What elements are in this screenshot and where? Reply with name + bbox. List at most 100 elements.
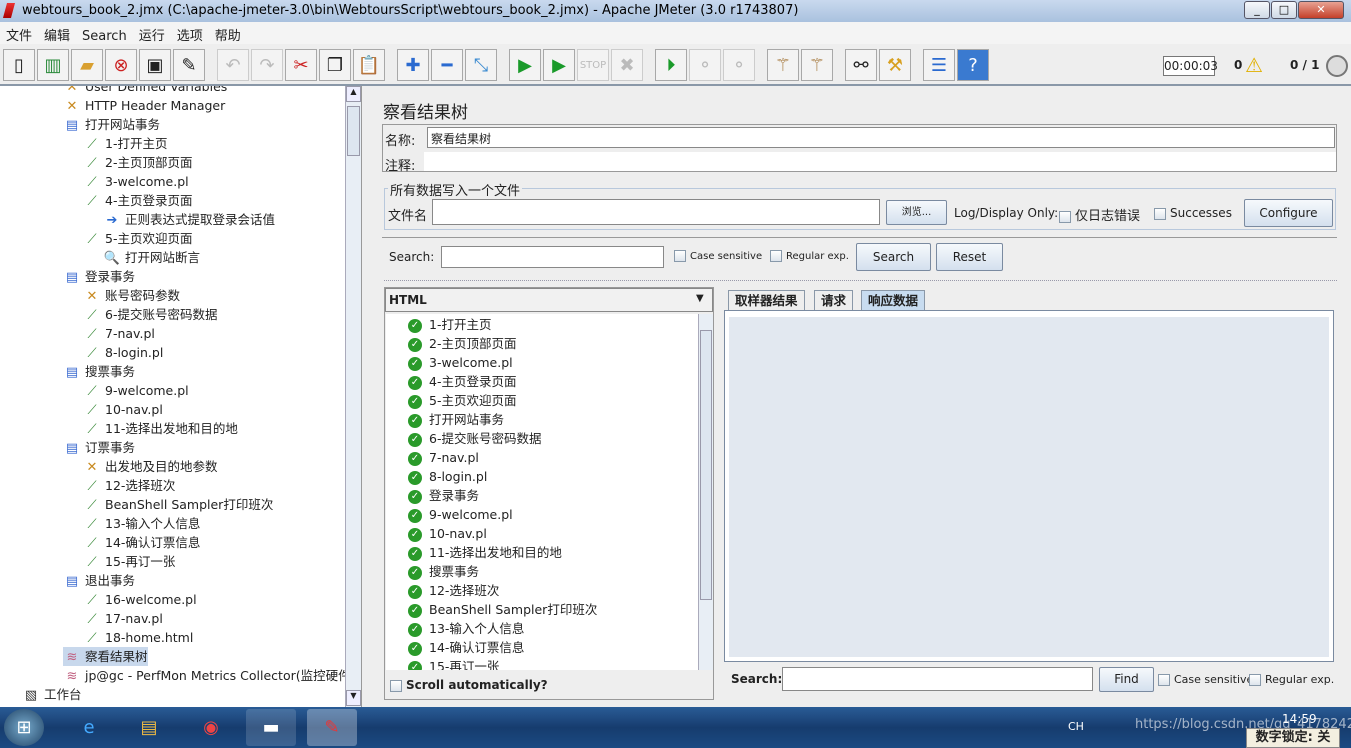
- configure-button[interactable]: Configure: [1244, 199, 1333, 227]
- clear-all-icon[interactable]: ⚚: [801, 49, 833, 81]
- tree-node[interactable]: ▤ 搜票事务: [63, 362, 135, 381]
- tree-node[interactable]: ⟋ 15-再订一张: [83, 552, 175, 571]
- result-item[interactable]: ✓ 搜票事务: [408, 562, 479, 581]
- tree-node[interactable]: ✕ User Defined Variables: [63, 86, 228, 96]
- input-language[interactable]: CH: [1068, 720, 1084, 733]
- taskbar-explorer-icon[interactable]: ▤: [124, 709, 174, 746]
- redo-icon[interactable]: ↷: [251, 49, 283, 81]
- tree-node[interactable]: ⟋ 8-login.pl: [83, 343, 163, 362]
- start-icon[interactable]: ▶: [509, 49, 541, 81]
- tab-request[interactable]: 请求: [814, 290, 854, 310]
- start-button[interactable]: ⊞: [4, 709, 44, 746]
- browse-button[interactable]: 浏览...: [886, 200, 947, 225]
- result-item[interactable]: ✓ 14-确认订票信息: [408, 638, 524, 657]
- find-case-checkbox[interactable]: Case sensitive: [1158, 673, 1253, 686]
- errors-only-checkbox[interactable]: 仅日志错误: [1059, 205, 1140, 224]
- tree-node[interactable]: ⟋ 3-welcome.pl: [83, 172, 188, 191]
- successes-checkbox[interactable]: Successes: [1154, 206, 1232, 220]
- remote-shutdown-icon[interactable]: ⚬: [723, 49, 755, 81]
- tree-node[interactable]: ⟋ 12-选择班次: [83, 476, 175, 495]
- result-item[interactable]: ✓ 15-再订一张: [408, 657, 499, 670]
- result-item[interactable]: ✓ 10-nav.pl: [408, 524, 487, 543]
- result-item[interactable]: ✓ 4-主页登录页面: [408, 372, 516, 391]
- taskbar-jmeter-icon[interactable]: ✎: [307, 709, 357, 746]
- templates-icon[interactable]: ▥: [37, 49, 69, 81]
- stop-icon[interactable]: STOP: [577, 49, 609, 81]
- menu-options[interactable]: 选项: [171, 22, 209, 44]
- result-item[interactable]: ✓ BeanShell Sampler打印班次: [408, 600, 597, 619]
- regex-checkbox[interactable]: Regular exp.: [770, 250, 849, 262]
- taskbar-chrome-icon[interactable]: ◉: [186, 709, 236, 746]
- renderer-select[interactable]: HTML ▼: [385, 288, 713, 312]
- search-button[interactable]: Search: [856, 243, 931, 271]
- tree-node[interactable]: ▤ 退出事务: [63, 571, 135, 590]
- tree-node[interactable]: ⟋ 7-nav.pl: [83, 324, 154, 343]
- results-scrollbar[interactable]: [698, 314, 713, 670]
- tree-node[interactable]: ⟋ 16-welcome.pl: [83, 590, 196, 609]
- cut-icon[interactable]: ✂: [285, 49, 317, 81]
- reset-search-broom-icon[interactable]: ⚒: [879, 49, 911, 81]
- clock[interactable]: 14:59: [1282, 712, 1317, 726]
- result-item[interactable]: ✓ 9-welcome.pl: [408, 505, 513, 524]
- maximize-button[interactable]: □: [1271, 1, 1297, 19]
- name-input[interactable]: 察看结果树: [427, 127, 1335, 148]
- tree-node[interactable]: ✕ 账号密码参数: [83, 286, 180, 305]
- tree-node[interactable]: ⟋ 11-选择出发地和目的地: [83, 419, 237, 438]
- open-icon[interactable]: ▰: [71, 49, 103, 81]
- tree-node[interactable]: ⟋ 1-打开主页: [83, 134, 167, 153]
- filename-input[interactable]: [432, 199, 880, 225]
- comment-input[interactable]: [424, 152, 1336, 171]
- undo-icon[interactable]: ↶: [217, 49, 249, 81]
- shutdown-icon[interactable]: ✖: [611, 49, 643, 81]
- tree-node[interactable]: ⟋ 10-nav.pl: [83, 400, 162, 419]
- menu-help[interactable]: 帮助: [209, 22, 247, 44]
- result-item[interactable]: ✓ 13-输入个人信息: [408, 619, 524, 638]
- menu-file[interactable]: 文件: [0, 22, 38, 44]
- tree-node[interactable]: ⟋ BeanShell Sampler打印班次: [83, 495, 273, 514]
- help-icon[interactable]: ?: [957, 49, 989, 81]
- tree-node[interactable]: ▤ 登录事务: [63, 267, 135, 286]
- tree-node[interactable]: ⟋ 14-确认订票信息: [83, 533, 200, 552]
- tree-node[interactable]: ⟋ 2-主页顶部页面: [83, 153, 192, 172]
- result-item[interactable]: ✓ 7-nav.pl: [408, 448, 479, 467]
- tree-node[interactable]: ✕ HTTP Header Manager: [63, 96, 226, 115]
- taskbar-cmd-icon[interactable]: ▬: [246, 709, 296, 746]
- remote-start-icon[interactable]: ⏵: [655, 49, 687, 81]
- close-button[interactable]: ✕: [1298, 1, 1344, 19]
- find-regex-checkbox[interactable]: Regular exp.: [1249, 673, 1334, 686]
- find-input[interactable]: [782, 667, 1093, 691]
- collapse-icon[interactable]: ━: [431, 49, 463, 81]
- scroll-up-button[interactable]: ▲: [346, 86, 361, 102]
- result-item[interactable]: ✓ 5-主页欢迎页面: [408, 391, 516, 410]
- result-item[interactable]: ✓ 12-选择班次: [408, 581, 499, 600]
- result-item[interactable]: ✓ 6-提交账号密码数据: [408, 429, 541, 448]
- find-button[interactable]: Find: [1099, 667, 1154, 692]
- remote-stop-icon[interactable]: ⚬: [689, 49, 721, 81]
- scroll-auto-checkbox[interactable]: Scroll automatically?: [390, 678, 548, 692]
- result-item[interactable]: ✓ 1-打开主页: [408, 315, 491, 334]
- menu-edit[interactable]: 编辑: [38, 22, 76, 44]
- scroll-thumb[interactable]: [347, 106, 360, 156]
- menu-run[interactable]: 运行: [133, 22, 171, 44]
- minimize-button[interactable]: _: [1244, 1, 1270, 19]
- copy-icon[interactable]: ❐: [319, 49, 351, 81]
- split-divider[interactable]: [384, 280, 1337, 283]
- paste-icon[interactable]: 📋: [353, 49, 385, 81]
- clear-icon[interactable]: ⚚: [767, 49, 799, 81]
- scroll-down-button[interactable]: ▼: [346, 690, 361, 706]
- result-item[interactable]: ✓ 2-主页顶部页面: [408, 334, 516, 353]
- reset-button[interactable]: Reset: [936, 243, 1003, 271]
- warning-icon[interactable]: ⚠: [1245, 53, 1263, 77]
- tree-node[interactable]: ⟋ 17-nav.pl: [83, 609, 162, 628]
- result-item[interactable]: ✓ 登录事务: [408, 486, 479, 505]
- close-file-icon[interactable]: ⊗: [105, 49, 137, 81]
- function-helper-icon[interactable]: ☰: [923, 49, 955, 81]
- tab-sampler-result[interactable]: 取样器结果: [728, 290, 805, 310]
- results-scroll-thumb[interactable]: [700, 330, 712, 600]
- tree-node[interactable]: ≋ 察看结果树: [63, 647, 148, 666]
- tab-response-data[interactable]: 响应数据: [861, 290, 926, 310]
- tree-node[interactable]: ≋ jp@gc - PerfMon Metrics Collector(监控硬件): [63, 666, 356, 685]
- toggle-icon[interactable]: ⤡: [465, 49, 497, 81]
- result-item[interactable]: ✓ 3-welcome.pl: [408, 353, 513, 372]
- tree-node[interactable]: 🔍 打开网站断言: [103, 248, 200, 267]
